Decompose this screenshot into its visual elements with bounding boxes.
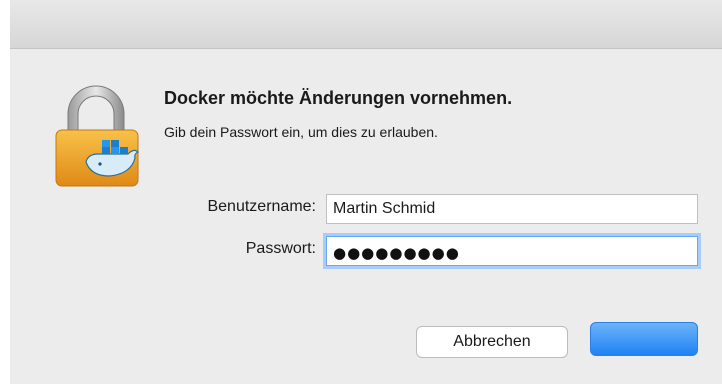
ok-button[interactable] xyxy=(590,322,698,356)
cancel-button[interactable]: Abbrechen xyxy=(416,326,568,358)
password-field[interactable] xyxy=(326,236,698,266)
username-field[interactable] xyxy=(326,194,698,224)
lock-icon xyxy=(55,85,140,187)
title-bar[interactable] xyxy=(10,0,722,49)
auth-dialog-window: Docker möchte Änderungen vornehmen. Gib … xyxy=(0,0,722,384)
password-label: Passwort: xyxy=(245,240,316,257)
dialog-heading: Docker möchte Änderungen vornehmen. xyxy=(164,88,513,108)
username-label: Benutzername: xyxy=(207,198,316,215)
dialog-subtext: Gib dein Passwort ein, um dies zu erlaub… xyxy=(164,124,438,140)
